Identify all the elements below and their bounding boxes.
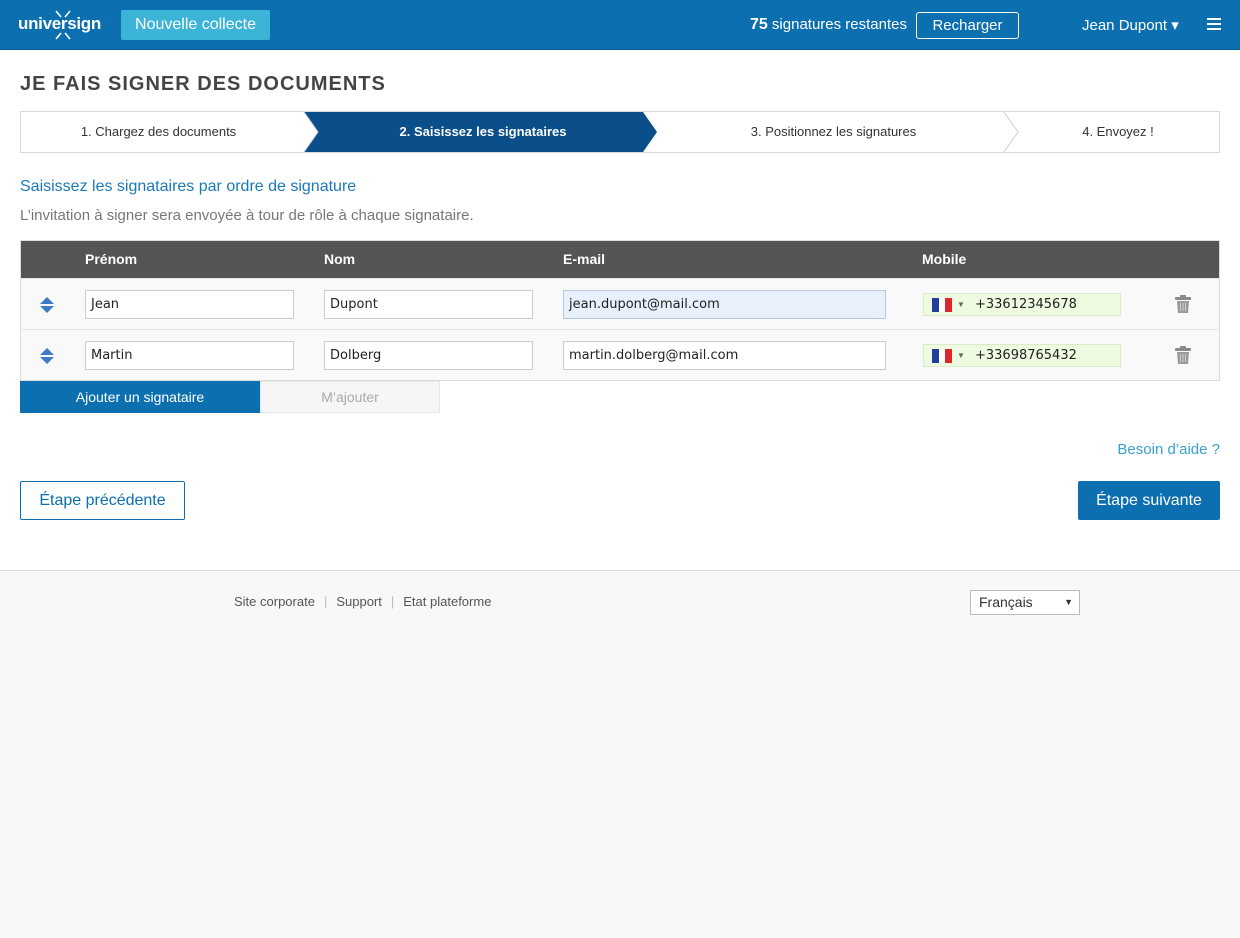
country-dropdown-caret-icon[interactable]: ▼	[957, 346, 965, 366]
step-enter-signers: 2. Saisissez les signataires	[399, 124, 567, 139]
hamburger-menu-icon[interactable]	[1207, 18, 1221, 30]
signers-table: Prénom Nom E-mail Mobile Jean Dupont jea…	[20, 240, 1220, 381]
section-description: L’invitation à signer sera envoyée à tou…	[20, 207, 474, 224]
recharge-button[interactable]: Recharger	[916, 12, 1019, 39]
firstname-input[interactable]: Martin	[85, 341, 294, 370]
mobile-field[interactable]: ▼ +33698765432	[923, 344, 1121, 367]
step-position-signatures: 3. Positionnez les signatures	[750, 124, 917, 139]
table-row: Jean Dupont jean.dupont@mail.com ▼ +3361…	[21, 278, 1219, 329]
step-upload-documents: 1. Chargez des documents	[80, 124, 237, 139]
header-lastname: Nom	[324, 251, 356, 267]
footer-link-corporate[interactable]: Site corporate	[234, 594, 315, 609]
step-send: 4. Envoyez !	[1082, 124, 1154, 139]
footer-link-platform-status[interactable]: Etat plateforme	[403, 594, 491, 609]
reorder-arrows-icon[interactable]	[40, 297, 54, 313]
help-link[interactable]: Besoin d’aide ?	[1117, 441, 1220, 458]
firstname-input[interactable]: Jean	[85, 290, 294, 319]
footer-links: Site corporate | Support | Etat plateforme	[234, 594, 492, 609]
table-header: Prénom Nom E-mail Mobile	[21, 241, 1219, 278]
mobile-field[interactable]: ▼ +33612345678	[923, 293, 1121, 316]
new-collection-button[interactable]: Nouvelle collecte	[121, 10, 270, 40]
language-select[interactable]: Français ▼	[970, 590, 1080, 615]
reorder-arrows-icon[interactable]	[40, 348, 54, 364]
phone-number[interactable]: +33698765432	[975, 345, 1077, 366]
remaining-signatures: 75 signatures restantes	[750, 16, 907, 34]
france-flag-icon[interactable]	[932, 349, 953, 363]
trash-icon[interactable]	[1175, 295, 1191, 313]
lastname-input[interactable]: Dolberg	[324, 341, 533, 370]
page-title: Je fais signer des documents	[20, 73, 386, 95]
top-bar: universign Nouvelle collecte 75 signatur…	[0, 0, 1240, 50]
language-value: Français	[979, 594, 1033, 610]
email-input[interactable]: jean.dupont@mail.com	[563, 290, 886, 319]
user-menu[interactable]: Jean Dupont ▾	[1082, 16, 1179, 34]
universign-logo[interactable]: universign	[18, 9, 101, 41]
section-subtitle: Saisissez les signataires par ordre de s…	[20, 178, 357, 195]
signature-label: signatures restantes	[771, 16, 907, 33]
email-input[interactable]: martin.dolberg@mail.com	[563, 341, 886, 370]
add-signer-button[interactable]: Ajouter un signataire	[20, 381, 260, 413]
header-mobile: Mobile	[922, 251, 967, 267]
previous-step-button[interactable]: Étape précédente	[20, 481, 185, 520]
chevron-down-icon: ▼	[1064, 597, 1073, 607]
footer-link-support[interactable]: Support	[336, 594, 382, 609]
table-row: Martin Dolberg martin.dolberg@mail.com ▼…	[21, 329, 1219, 380]
stepper: 1. Chargez des documents 2. Saisissez le…	[20, 111, 1220, 153]
logo-star-icon	[55, 10, 71, 40]
signature-count: 75	[749, 16, 768, 33]
add-me-button[interactable]: M’ajouter	[260, 381, 440, 413]
country-dropdown-caret-icon[interactable]: ▼	[957, 295, 965, 315]
main-content: Je fais signer des documents 1. Chargez …	[0, 51, 1240, 570]
lastname-input[interactable]: Dupont	[324, 290, 533, 319]
france-flag-icon[interactable]	[932, 298, 953, 312]
next-step-button[interactable]: Étape suivante	[1078, 481, 1220, 520]
phone-number[interactable]: +33612345678	[975, 294, 1077, 315]
footer: Site corporate | Support | Etat plateforme F…	[0, 570, 1240, 938]
header-email: E-mail	[563, 251, 606, 267]
trash-icon[interactable]	[1175, 346, 1191, 364]
header-firstname: Prénom	[85, 251, 138, 267]
